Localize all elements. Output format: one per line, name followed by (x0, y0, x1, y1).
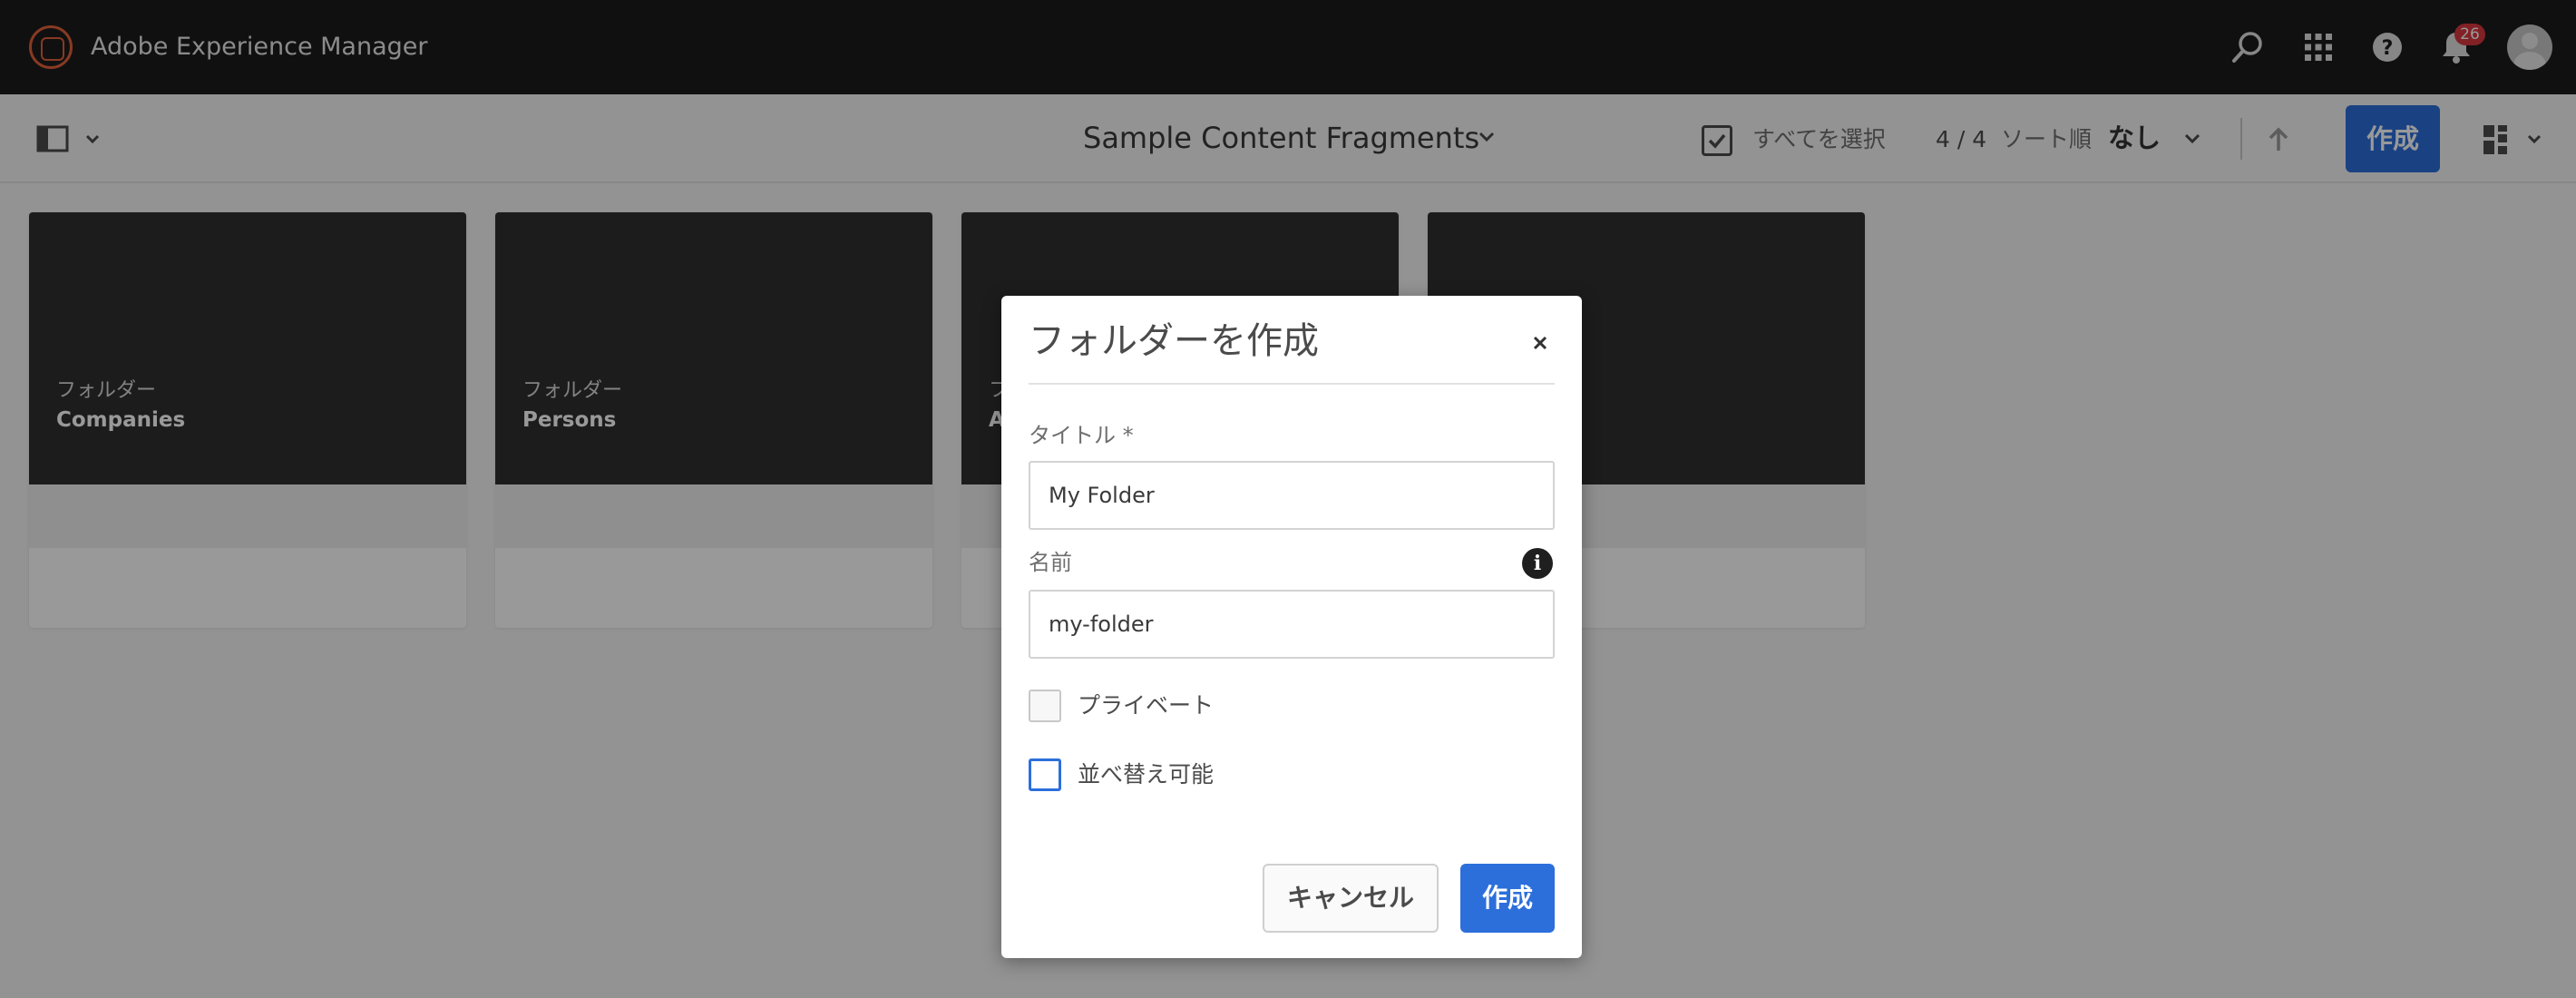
dialog-title: フォルダーを作成 (1029, 320, 1319, 362)
close-icon[interactable] (1524, 327, 1556, 359)
dialog-divider (1029, 383, 1555, 385)
title-field-label: タイトル * (1029, 423, 1134, 448)
private-checkbox[interactable] (1029, 690, 1061, 722)
info-icon[interactable]: i (1522, 548, 1553, 579)
name-field-label: 名前 (1029, 550, 1072, 575)
title-field[interactable]: My Folder (1029, 461, 1555, 530)
orderable-checkbox-label[interactable]: 並べ替え可能 (1078, 758, 1214, 791)
create-folder-button[interactable]: 作成 (1460, 864, 1555, 933)
orderable-checkbox[interactable] (1029, 758, 1061, 791)
private-checkbox-label[interactable]: プライベート (1078, 690, 1214, 722)
name-field[interactable]: my-folder (1029, 590, 1555, 659)
cancel-button[interactable]: キャンセル (1263, 864, 1439, 933)
create-folder-dialog: フォルダーを作成 タイトル * My Folder 名前 i my-folder… (1001, 296, 1582, 958)
